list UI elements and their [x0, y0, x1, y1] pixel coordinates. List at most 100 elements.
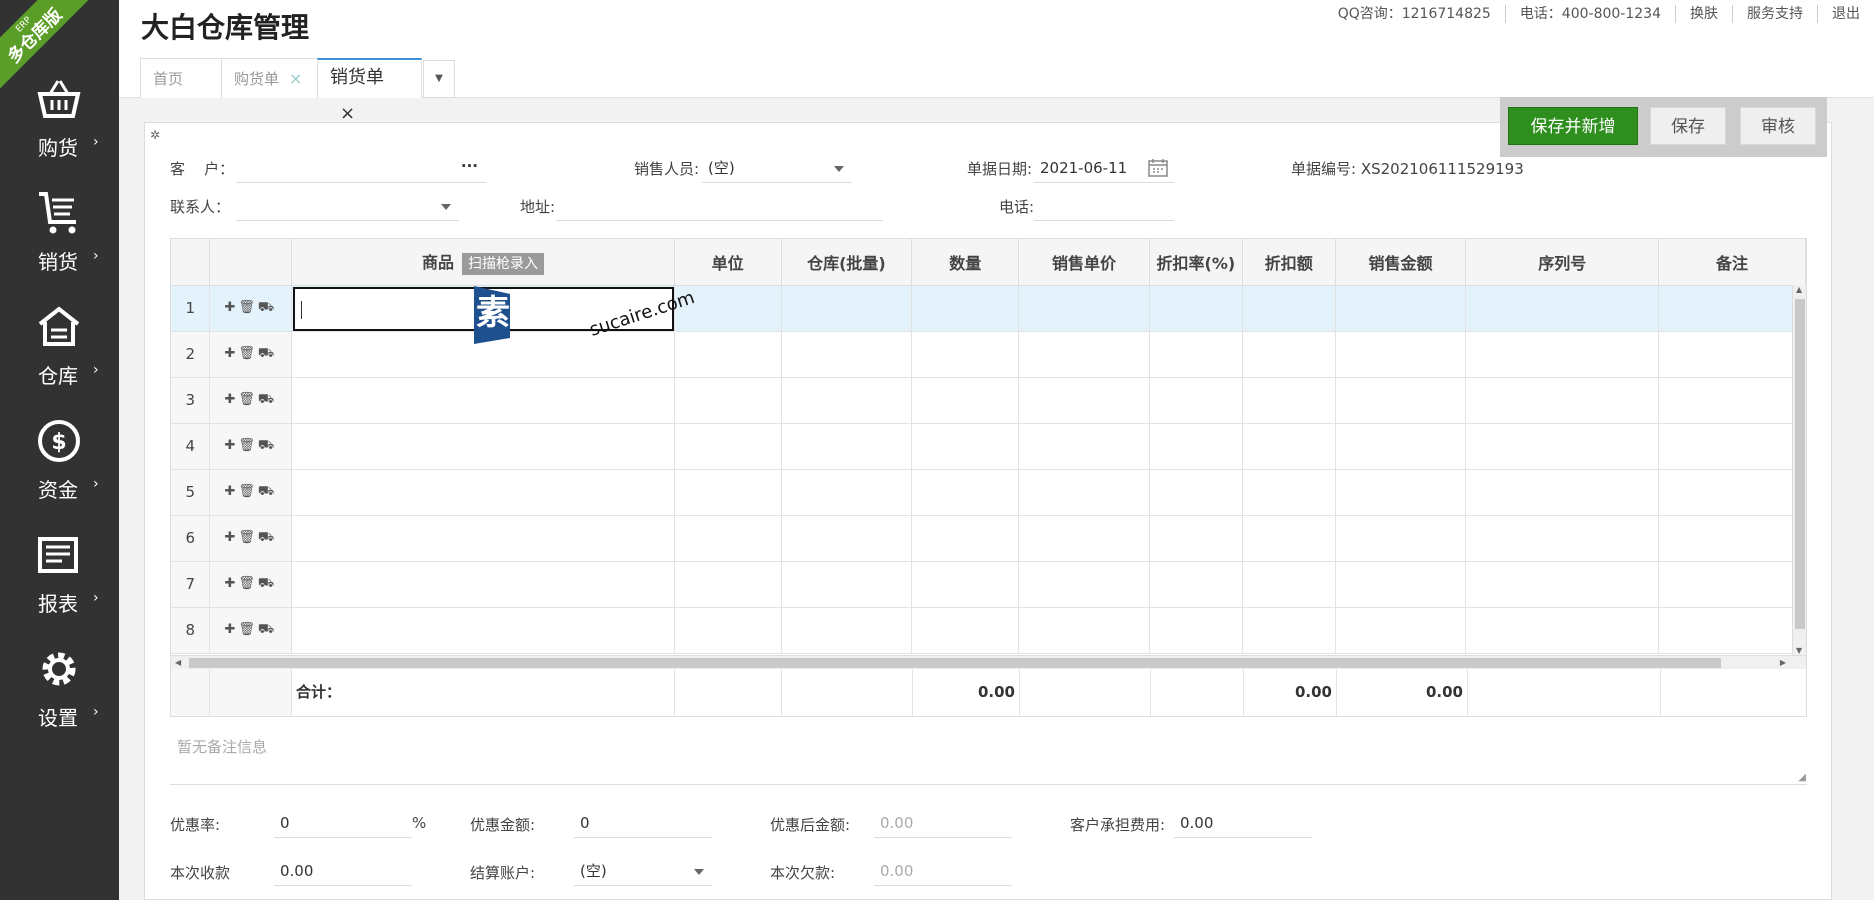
grid-cell[interactable] [1658, 607, 1806, 654]
grid-cell[interactable] [1658, 377, 1806, 424]
add-row-icon[interactable]: ✚ [224, 530, 238, 545]
grid-cell[interactable] [1149, 515, 1243, 562]
grid-cell[interactable] [911, 515, 1020, 562]
audit-button[interactable]: 审核 [1740, 107, 1816, 145]
scroll-left-icon[interactable]: ◀ [175, 658, 181, 667]
grid-cell[interactable] [1658, 423, 1806, 470]
grid-cell[interactable] [1149, 285, 1243, 332]
delete-row-icon[interactable]: 🗑 [238, 300, 258, 315]
cart-icon[interactable]: ⛟ [258, 438, 277, 453]
grid-cell[interactable] [1465, 561, 1660, 608]
add-row-icon[interactable]: ✚ [224, 622, 238, 637]
grid-cell[interactable] [1465, 469, 1660, 516]
cart-icon[interactable]: ⛟ [258, 484, 277, 499]
remark-textarea[interactable]: 暂无备注信息 ◢ [170, 733, 1807, 785]
skin-link[interactable]: 换肤 [1675, 5, 1732, 23]
grid-cell[interactable] [1335, 423, 1467, 470]
grid-cell[interactable] [1658, 561, 1806, 608]
discount-rate-field[interactable]: 0 [274, 808, 412, 838]
grid-cell[interactable] [1149, 331, 1243, 378]
grid-cell[interactable] [1149, 561, 1243, 608]
delete-row-icon[interactable]: 🗑 [238, 622, 258, 637]
grid-cell[interactable] [781, 515, 913, 562]
scan-entry-button[interactable]: 扫描枪录入 [462, 252, 544, 275]
support-link[interactable]: 服务支持 [1732, 5, 1817, 23]
grid-cell[interactable] [674, 607, 782, 654]
grid-cell[interactable] [1658, 515, 1806, 562]
grid-cell[interactable] [1149, 423, 1243, 470]
delete-row-icon[interactable]: 🗑 [238, 438, 258, 453]
table-row[interactable]: 8 ✚🗑⛟ [171, 607, 1806, 654]
table-row[interactable]: 6 ✚🗑⛟ [171, 515, 1806, 562]
salesperson-select[interactable]: (空) [702, 153, 852, 183]
delete-row-icon[interactable]: 🗑 [238, 576, 258, 591]
vertical-scrollbar[interactable]: ▲ ▼ [1792, 285, 1806, 655]
discount-amount-field[interactable]: 0 [574, 808, 712, 838]
scroll-right-icon[interactable]: ▶ [1780, 658, 1786, 667]
grid-cell[interactable] [1149, 469, 1243, 516]
grid-cell[interactable] [911, 607, 1020, 654]
grid-cell[interactable] [1658, 285, 1806, 332]
add-row-icon[interactable]: ✚ [224, 300, 238, 315]
add-row-icon[interactable]: ✚ [224, 392, 238, 407]
grid-cell[interactable] [1335, 377, 1467, 424]
table-row[interactable]: 2 ✚🗑⛟ [171, 331, 1806, 378]
grid-cell[interactable] [1465, 331, 1660, 378]
grid-cell[interactable] [1658, 331, 1806, 378]
grid-cell[interactable] [781, 561, 913, 608]
calendar-icon[interactable] [1148, 159, 1168, 177]
delete-row-icon[interactable]: 🗑 [238, 530, 258, 545]
account-select[interactable]: (空) [574, 856, 712, 886]
tab-purchase-order[interactable]: 购货单 × [221, 58, 318, 98]
grid-cell[interactable] [674, 561, 782, 608]
grid-cell[interactable] [674, 515, 782, 562]
cart-icon[interactable]: ⛟ [258, 576, 277, 591]
grid-cell[interactable] [674, 469, 782, 516]
grid-cell[interactable] [1335, 515, 1467, 562]
tab-home[interactable]: 首页 [140, 58, 222, 98]
sidebar-item-funds[interactable]: $ 资金 › [0, 412, 119, 526]
scrollbar-thumb[interactable] [189, 658, 1721, 668]
add-row-icon[interactable]: ✚ [224, 346, 238, 361]
add-row-icon[interactable]: ✚ [224, 438, 238, 453]
sidebar-item-warehouse[interactable]: 仓库 › [0, 298, 119, 412]
cart-icon[interactable]: ⛟ [258, 622, 277, 637]
phone-field[interactable] [1034, 191, 1174, 221]
grid-cell[interactable] [781, 423, 913, 470]
add-row-icon[interactable]: ✚ [224, 484, 238, 499]
tab-more-dropdown[interactable]: ▼ [423, 60, 455, 98]
grid-cell[interactable] [911, 469, 1020, 516]
phone-link[interactable]: 电话：400-800-1234 [1504, 5, 1675, 23]
grid-cell[interactable] [1242, 285, 1336, 332]
table-row[interactable]: 3 ✚🗑⛟ [171, 377, 1806, 424]
grid-cell[interactable] [781, 331, 913, 378]
grid-cell[interactable] [1335, 607, 1467, 654]
close-icon[interactable]: × [289, 69, 302, 88]
save-button[interactable]: 保存 [1650, 107, 1726, 145]
sidebar-item-reports[interactable]: 报表 › [0, 526, 119, 640]
grid-cell[interactable] [674, 377, 782, 424]
grid-cell[interactable] [1465, 423, 1660, 470]
grid-cell[interactable] [781, 469, 913, 516]
delete-row-icon[interactable]: 🗑 [238, 346, 258, 361]
grid-cell[interactable] [1149, 377, 1243, 424]
scroll-up-icon[interactable]: ▲ [1796, 285, 1802, 294]
grid-cell[interactable] [1018, 331, 1150, 378]
grid-cell[interactable] [781, 285, 913, 332]
grid-cell[interactable] [291, 469, 675, 516]
grid-cell[interactable] [1018, 515, 1150, 562]
grid-cell[interactable] [1242, 423, 1336, 470]
table-row[interactable]: 4 ✚🗑⛟ [171, 423, 1806, 470]
grid-cell[interactable] [911, 561, 1020, 608]
grid-cell[interactable] [291, 515, 675, 562]
scrollbar-thumb[interactable] [1795, 299, 1805, 629]
close-icon[interactable]: × [340, 103, 355, 124]
grid-cell[interactable] [911, 423, 1020, 470]
received-field[interactable]: 0.00 [274, 856, 412, 886]
grid-cell[interactable] [1242, 607, 1336, 654]
grid-cell[interactable] [1335, 469, 1467, 516]
grid-cell[interactable] [1242, 469, 1336, 516]
grid-cell[interactable] [1018, 561, 1150, 608]
grid-cell[interactable] [1465, 515, 1660, 562]
grid-cell[interactable] [1018, 377, 1150, 424]
